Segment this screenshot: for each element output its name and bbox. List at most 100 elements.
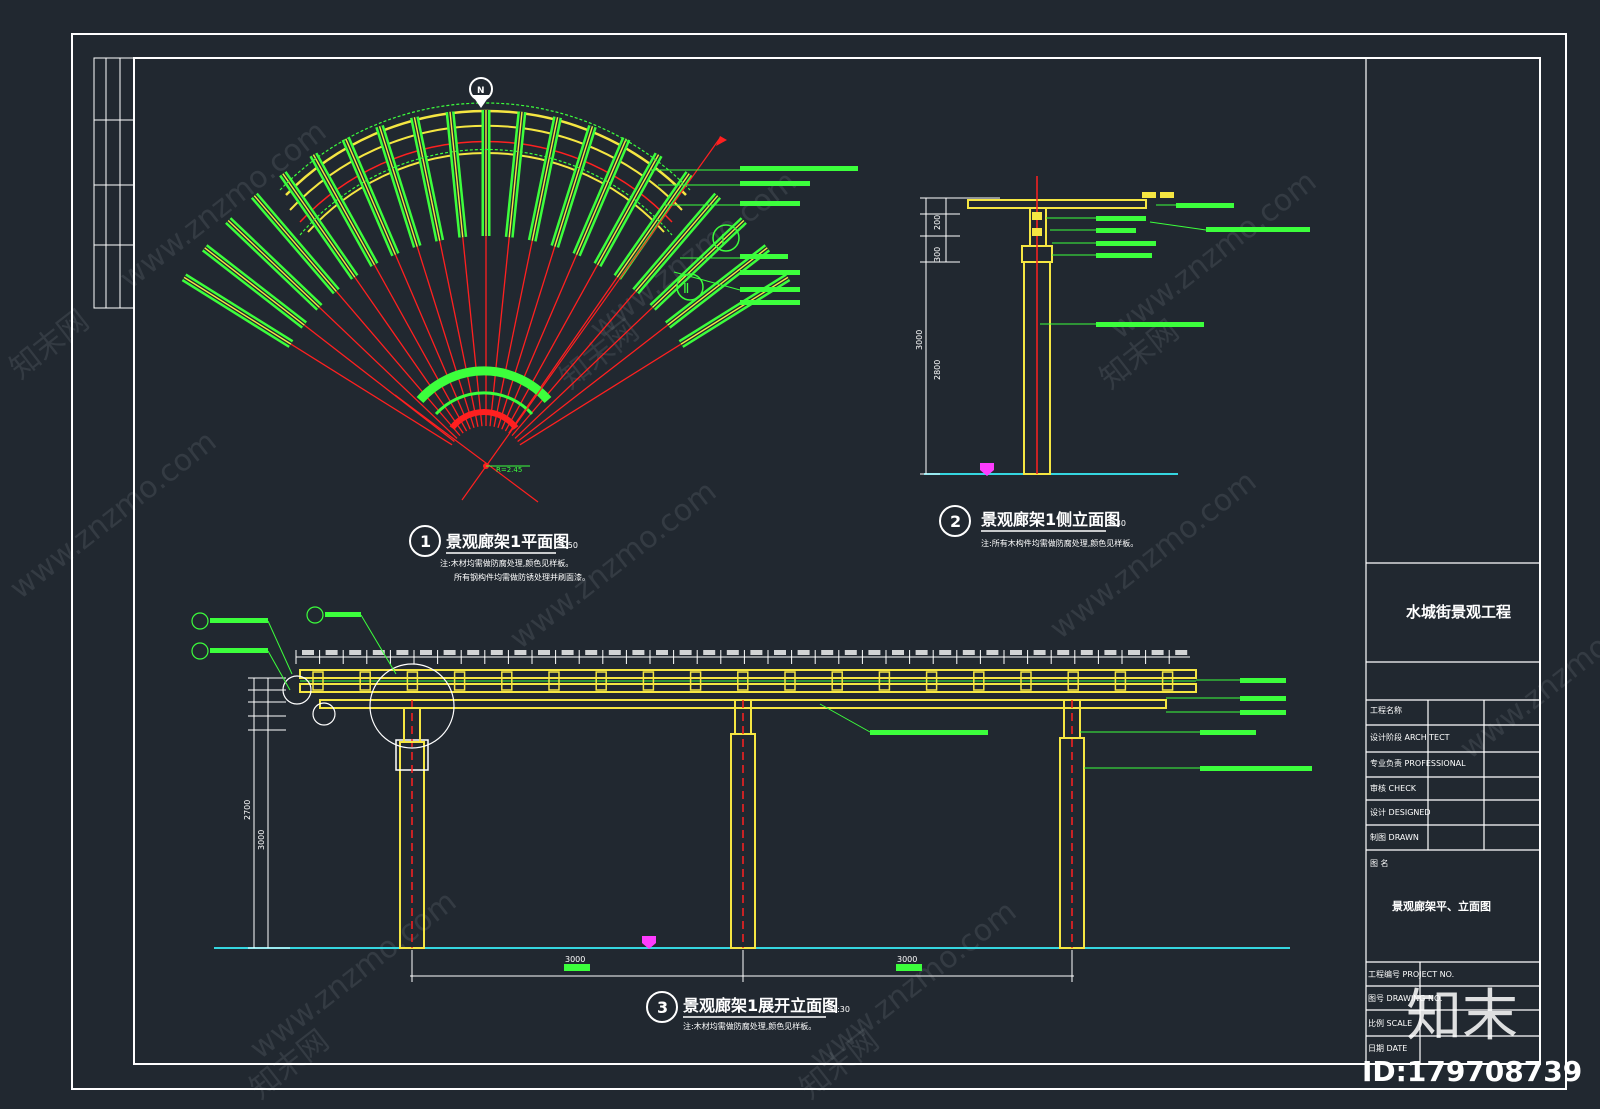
dim-label xyxy=(726,650,739,655)
dim-label xyxy=(1057,650,1070,655)
watermark-text: www.znzmo.com xyxy=(243,884,463,1066)
beam-section xyxy=(1142,192,1156,198)
dim-label xyxy=(325,650,338,655)
bottom-dim: 3000 xyxy=(897,955,917,964)
dim-label xyxy=(821,650,834,655)
height-dim: 3000 xyxy=(257,830,266,850)
dim-label xyxy=(349,650,362,655)
side-dim: 200 xyxy=(933,215,942,230)
detail-bubble xyxy=(282,675,312,705)
tb-row-label: 专业负责 PROFESSIONAL xyxy=(1370,758,1466,768)
side-number: 2 xyxy=(950,512,961,531)
dim-label xyxy=(490,650,503,655)
tb-row-label: 设计阶段 ARCHITECT xyxy=(1370,732,1450,742)
dim-label xyxy=(962,650,975,655)
dim-label xyxy=(302,650,314,655)
elev-top-dims xyxy=(295,650,1190,664)
dim-label xyxy=(1151,650,1164,655)
watermark-text: www.znzmo.com xyxy=(3,424,223,606)
tb-bottom-label: 日期 DATE xyxy=(1368,1044,1407,1053)
dim-label xyxy=(632,650,645,655)
annotation-label: R=2.45 xyxy=(496,466,522,474)
elev-scale: 1:30 xyxy=(832,1005,850,1014)
elev-title-block: 3 景观廊架1展开立面图 1:30 注:木材均需做防腐处理,颜色见样板。 xyxy=(646,991,850,1031)
dim-label xyxy=(892,650,904,655)
fan-slat-edge xyxy=(413,117,441,241)
dim-label-bg xyxy=(564,964,590,971)
height-dimension xyxy=(248,677,290,949)
side-note-1: 注:所有木构件均需做防腐处理,颜色见样板。 xyxy=(981,538,1138,548)
dim-label xyxy=(844,650,857,655)
dim-label xyxy=(656,650,668,655)
detail-bubble xyxy=(312,702,336,726)
base-ring xyxy=(449,409,519,430)
beam-section xyxy=(1032,212,1042,220)
bottom-dim: 3000 xyxy=(565,955,585,964)
base-ring xyxy=(416,366,552,404)
tb-row-label: 工程名称 xyxy=(1370,705,1402,715)
dim-label xyxy=(608,650,621,655)
plan-scale: 1:50 xyxy=(560,541,578,550)
dim-label xyxy=(750,650,763,655)
dim-label xyxy=(1128,650,1140,655)
dim-label xyxy=(467,650,480,655)
dim-label xyxy=(443,650,456,655)
side-dim: 2800 xyxy=(933,360,942,380)
tb-row-label: 设计 DESIGNED xyxy=(1370,807,1431,817)
id-label: ID:179708739 xyxy=(1362,1055,1582,1088)
fan-slat-edge xyxy=(253,195,337,292)
post-left xyxy=(395,700,429,949)
tb-row-label: 制图 DRAWN xyxy=(1370,832,1419,842)
fan-slat-edge xyxy=(204,247,305,326)
fan-slat-edge xyxy=(531,117,559,241)
plan-note-2: 所有钢构件均需做防锈处理并刷面漆。 xyxy=(454,572,590,582)
side-title-block: 2 景观廊架1侧立面图 1:30 注:所有木构件均需做防腐处理,颜色见样板。 xyxy=(939,505,1138,548)
side-title: 景观廊架1侧立面图 xyxy=(981,510,1120,529)
beam-section xyxy=(1032,228,1042,236)
side-dim: 300 xyxy=(933,247,942,262)
watermark-text: www.znzmo.com xyxy=(1043,464,1263,646)
dim-label xyxy=(1033,650,1046,655)
top-beam xyxy=(967,199,1147,209)
project-name: 水城街景观工程 xyxy=(1406,603,1511,621)
dim-label xyxy=(939,650,952,655)
post-middle xyxy=(730,699,756,949)
callout-label: Ⅰ xyxy=(721,233,725,248)
callout-label: Ⅱ xyxy=(683,282,689,297)
height-dim: 2700 xyxy=(243,800,252,820)
dim-label xyxy=(915,650,928,655)
side-dimensions xyxy=(920,197,1000,475)
side-dim: 3000 xyxy=(915,330,924,350)
watermark-layer: www.znzmo.com www.znzmo.com www.znzmo.co… xyxy=(3,114,1600,1106)
post-right xyxy=(1059,699,1085,949)
drawing-name: 景观廊架平、立面图 xyxy=(1391,899,1491,913)
fan-slat-edge xyxy=(227,219,320,308)
dim-label xyxy=(679,650,692,655)
drawing-name-label: 图 名 xyxy=(1370,858,1389,868)
tb-bottom-label: 工程编号 PROJECT NO. xyxy=(1368,969,1454,979)
elev-note-1: 注:木材均需做防腐处理,颜色见样板。 xyxy=(683,1021,816,1031)
plan-number: 1 xyxy=(420,532,431,551)
dim-label xyxy=(1080,650,1093,655)
watermark-cn: 知末网 xyxy=(3,303,95,386)
elev-title: 景观廊架1展开立面图 xyxy=(683,996,838,1015)
dim-label xyxy=(561,650,574,655)
dim-label xyxy=(1175,650,1188,655)
dim-label-bg xyxy=(896,964,922,971)
dim-label xyxy=(538,650,550,655)
beam-section xyxy=(1160,192,1174,198)
north-marker-label: N xyxy=(477,86,485,96)
plan-title: 景观廊架1平面图 xyxy=(446,532,569,551)
dim-label xyxy=(868,650,881,655)
dim-label xyxy=(585,650,598,655)
fan-slat-edge xyxy=(282,173,356,278)
dim-label xyxy=(703,650,716,655)
dim-label xyxy=(797,650,810,655)
dim-label xyxy=(420,650,432,655)
fan-slat-edge xyxy=(183,276,292,345)
dim-label xyxy=(514,650,527,655)
plan-note-1: 注:木材均需做防腐处理,颜色见样板。 xyxy=(440,558,573,568)
dim-label xyxy=(396,650,409,655)
dim-label xyxy=(1010,650,1022,655)
brand-logo: 知末 xyxy=(1406,984,1518,1049)
